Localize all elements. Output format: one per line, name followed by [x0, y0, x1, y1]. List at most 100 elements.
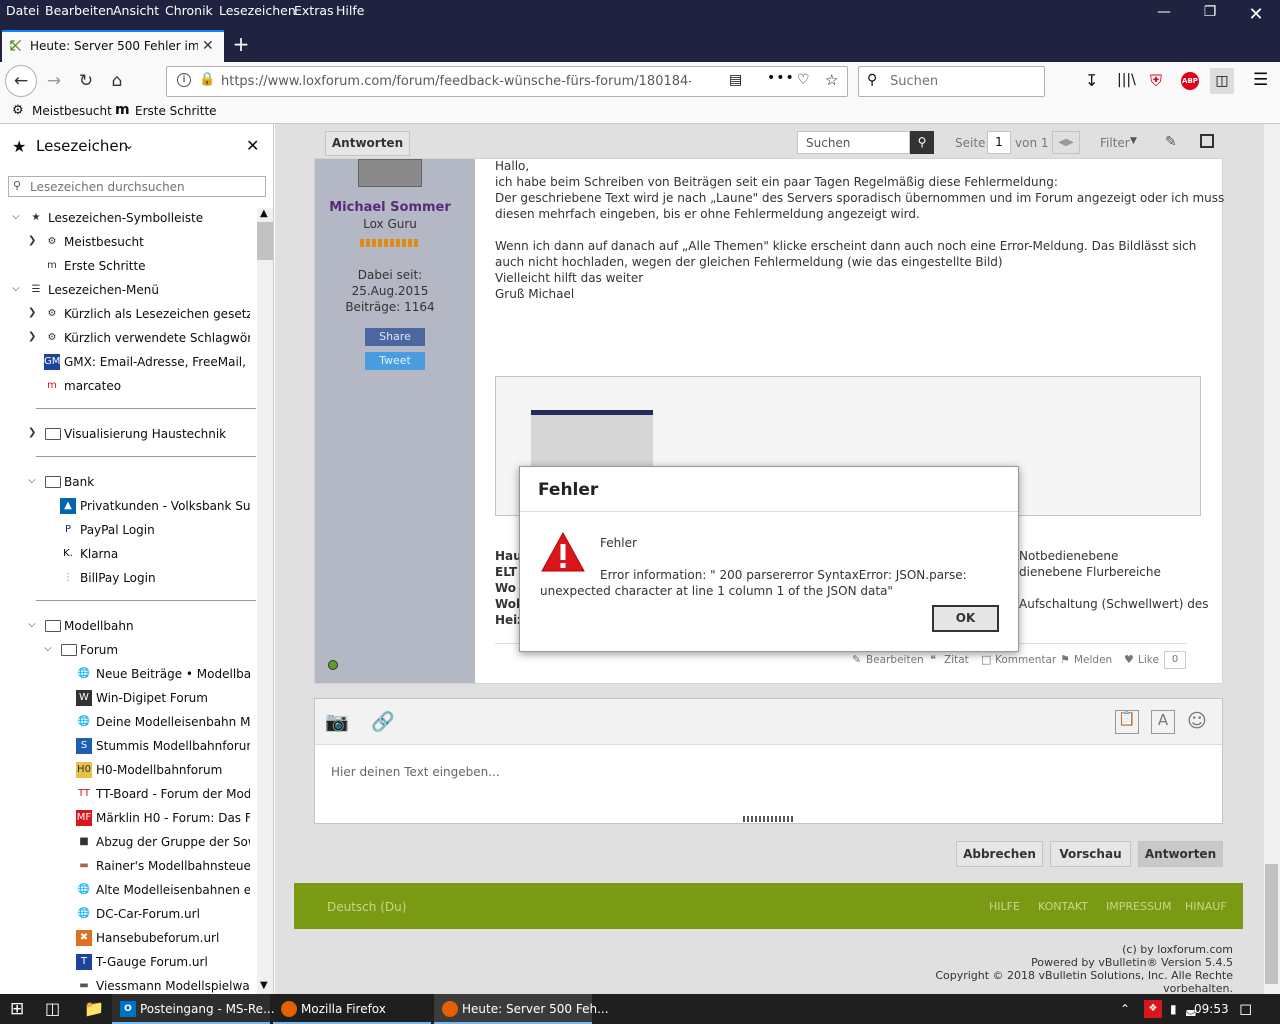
bookmark-star-icon[interactable]: ☆: [825, 71, 838, 89]
sidebar-search-input[interactable]: ⚲ Lesezeichen durchsuchen: [8, 176, 266, 197]
chevron-down-icon[interactable]: ⌵: [28, 619, 36, 630]
chevron-down-icon[interactable]: ⌵: [44, 643, 52, 654]
bookmark-item[interactable]: Abzug der Gruppe der Sowjet...: [96, 835, 250, 849]
page-scrollbar[interactable]: [1264, 124, 1280, 994]
reload-icon[interactable]: ↻: [72, 67, 100, 95]
bookmark-item[interactable]: PayPal Login: [80, 523, 250, 537]
username[interactable]: Michael Sommer: [315, 200, 465, 215]
bookmark-item[interactable]: Hansebubeforum.url: [96, 931, 250, 945]
close-tab-icon[interactable]: ✕: [202, 38, 214, 54]
restore-icon[interactable]: ❐: [1190, 4, 1230, 26]
page-number-input[interactable]: 1: [987, 131, 1011, 154]
file-explorer-icon[interactable]: 📁: [84, 994, 104, 1024]
url-bar[interactable]: i 🔒 https://www.loxforum.com/forum/feedb…: [166, 66, 848, 97]
new-tab-icon[interactable]: +: [230, 33, 252, 55]
bookmark-item[interactable]: Neue Beiträge • Modellbau ...: [96, 667, 250, 681]
bookmark-item[interactable]: Win-Digipet Forum: [96, 691, 250, 705]
page-actions-icon[interactable]: •••: [767, 70, 795, 86]
resize-handle[interactable]: [743, 816, 793, 822]
share-button[interactable]: Share: [365, 328, 425, 346]
forward-icon[interactable]: →: [40, 67, 68, 95]
chevron-down-icon[interactable]: ⌄: [124, 138, 134, 152]
bookmark-erste-schritte[interactable]: Erste Schritte: [135, 104, 217, 118]
pocket-icon[interactable]: ♡: [797, 72, 810, 88]
font-icon[interactable]: A: [1151, 710, 1175, 734]
tray-chevron-up-icon[interactable]: ⌃: [1120, 994, 1130, 1024]
chevron-right-icon[interactable]: ❯: [28, 307, 36, 318]
task-view-icon[interactable]: ◫: [45, 994, 60, 1024]
bookmark-item[interactable]: DC-Car-Forum.url: [96, 907, 250, 921]
bookmark-item[interactable]: Kürzlich als Lesezeichen gesetzt: [64, 307, 250, 321]
chevron-down-icon[interactable]: ⌵: [12, 283, 20, 294]
tweet-button[interactable]: Tweet: [365, 352, 425, 370]
bookmark-meistbesucht[interactable]: Meistbesucht: [32, 104, 112, 118]
battery-icon[interactable]: ▮: [1170, 994, 1177, 1024]
scroll-thumb[interactable]: [257, 222, 273, 260]
bookmark-item[interactable]: Alte Modelleisenbahnen ein ...: [96, 883, 250, 897]
acrobat-icon[interactable]: ❖: [1144, 1000, 1162, 1018]
download-icon[interactable]: ↧: [1085, 71, 1098, 90]
editor-input[interactable]: Hier deinen Text eingeben...: [331, 765, 500, 779]
chevron-right-icon[interactable]: ❯: [28, 235, 36, 246]
taskbar-item-firefox[interactable]: Mozilla Firefox: [273, 994, 431, 1024]
sidebar-scrollbar[interactable]: [257, 208, 273, 994]
reply-top-button[interactable]: Antworten: [325, 131, 410, 156]
forum-search-input[interactable]: Suchen: [797, 131, 910, 154]
shield-icon[interactable]: ⛨: [1150, 71, 1162, 91]
bookmark-item[interactable]: T-Gauge Forum.url: [96, 955, 250, 969]
bookmark-item[interactable]: Deine Modelleisenbahn Mod...: [96, 715, 250, 729]
preview-button[interactable]: Vorschau: [1050, 841, 1131, 867]
footer-link-imprint[interactable]: IMPRESSUM: [1106, 900, 1171, 913]
search-bar[interactable]: ⚲ Suchen: [858, 66, 1045, 97]
quote-action[interactable]: Zitat: [944, 654, 969, 666]
bookmark-item[interactable]: Visualisierung Haustechnik: [64, 427, 250, 441]
bookmark-item[interactable]: Erste Schritte: [64, 259, 250, 273]
bookmark-item[interactable]: Lesezeichen-Symbolleiste: [48, 211, 250, 225]
close-window-icon[interactable]: ✕: [1236, 4, 1276, 26]
filter-dropdown-icon[interactable]: ▼: [1130, 136, 1137, 146]
bookmark-item[interactable]: marcateo: [64, 379, 250, 393]
sidebar-title[interactable]: Lesezeichen: [36, 137, 128, 155]
bookmark-item[interactable]: H0-Modellbahnforum: [96, 763, 250, 777]
menu-datei[interactable]: Datei: [6, 3, 39, 18]
info-icon[interactable]: i: [177, 73, 191, 87]
bookmark-item[interactable]: Lesezeichen-Menü: [48, 283, 250, 297]
comment-action[interactable]: Kommentar: [995, 654, 1056, 666]
submit-reply-button[interactable]: Antworten: [1138, 841, 1223, 867]
report-action[interactable]: Melden: [1074, 654, 1112, 666]
home-icon[interactable]: ⌂: [103, 67, 131, 95]
footer-link-top[interactable]: HINAUF: [1185, 900, 1227, 913]
filter-label[interactable]: Filter: [1100, 136, 1130, 150]
menu-hilfe[interactable]: Hilfe: [336, 3, 364, 18]
bookmark-item[interactable]: Märklin H0 - Forum: Das For...: [96, 811, 250, 825]
bookmark-item[interactable]: Viessmann Modellspielwaren...: [96, 979, 250, 993]
bookmark-item[interactable]: Bank: [64, 475, 250, 489]
footer-link-help[interactable]: HILFE: [989, 900, 1020, 913]
page-scroll-thumb[interactable]: [1265, 864, 1278, 984]
bookmark-item[interactable]: Privatkunden - Volksbank Sulmt...: [80, 499, 250, 513]
menu-extras[interactable]: Extras: [294, 3, 334, 18]
hamburger-menu-icon[interactable]: ☰: [1253, 70, 1268, 90]
close-sidebar-icon[interactable]: ✕: [246, 136, 259, 155]
scroll-down-icon[interactable]: ▼: [260, 980, 268, 991]
bookmark-item[interactable]: BillPay Login: [80, 571, 250, 585]
bookmark-item[interactable]: TT-Board - Forum der Model...: [96, 787, 250, 801]
bookmark-item[interactable]: Stummis Modellbahnforum: [96, 739, 250, 753]
edit-action[interactable]: Bearbeiten: [866, 654, 924, 666]
chevron-right-icon[interactable]: ❯: [28, 427, 36, 438]
menu-lesezeichen[interactable]: Lesezeichen: [219, 3, 296, 18]
smiley-icon[interactable]: ☺: [1187, 710, 1207, 732]
sidebar-toggle-icon[interactable]: ◫: [1210, 68, 1234, 94]
attachment-thumbnail[interactable]: [531, 410, 653, 470]
chevron-down-icon[interactable]: ⌵: [12, 211, 20, 222]
language-selector[interactable]: Deutsch (Du): [327, 900, 406, 914]
avatar[interactable]: [358, 159, 422, 187]
bookmark-item[interactable]: Modellbahn: [64, 619, 250, 633]
like-action[interactable]: Like: [1138, 654, 1159, 666]
ok-button[interactable]: OK: [932, 605, 999, 632]
clipboard-icon[interactable]: 📋: [1115, 710, 1139, 734]
bookmark-item[interactable]: Meistbesucht: [64, 235, 250, 249]
minimize-icon[interactable]: —: [1144, 4, 1184, 26]
notifications-icon[interactable]: ◻: [1239, 994, 1252, 1024]
camera-icon[interactable]: 📷: [325, 710, 349, 733]
